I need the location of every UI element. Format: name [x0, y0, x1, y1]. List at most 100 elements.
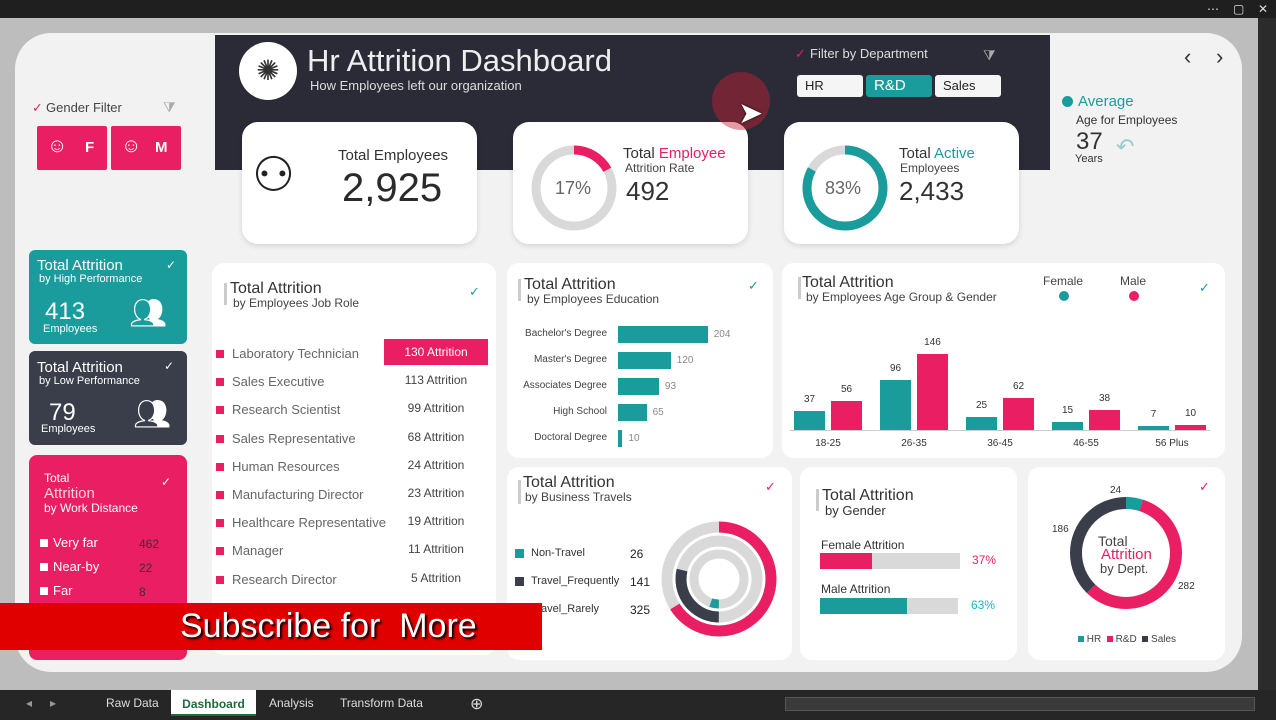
kpi-label: Total Employee	[623, 145, 726, 162]
male-face-icon: ☺	[121, 135, 142, 157]
female-bar-track	[820, 553, 960, 569]
age-bar-male	[1003, 397, 1034, 430]
role-item[interactable]: Research Director	[216, 572, 337, 587]
age-data-label: 146	[924, 337, 941, 349]
role-item[interactable]: Laboratory Technician	[216, 346, 359, 361]
distance-value: 22	[139, 561, 153, 575]
role-attrition-value: 23 Attrition	[407, 486, 465, 500]
business-travel-panel: Total Attrition by Business Travels ✓ No…	[507, 467, 792, 660]
male-bar-fill	[820, 598, 907, 614]
add-sheet-icon[interactable]: ⊕	[470, 694, 483, 714]
business-travel-rings	[661, 521, 777, 637]
age-data-label: 25	[975, 400, 988, 411]
age-bar-female	[1052, 422, 1083, 430]
age-gender-panel: Total Attrition by Employees Age Group &…	[782, 263, 1225, 458]
age-bar-female	[1138, 426, 1169, 430]
job-role-panel: Total Attrition by Employees Job Role ✓ …	[212, 263, 496, 655]
age-data-label: 38	[1098, 393, 1111, 405]
edu-bar	[618, 352, 671, 369]
age-tick-label: 46-55	[1073, 438, 1099, 449]
close-icon[interactable]: ✕	[1258, 2, 1268, 16]
tab-raw-data[interactable]: Raw Data	[106, 696, 159, 710]
edu-tick-label: Bachelor's Degree	[525, 328, 607, 339]
tab-scroll-right-icon[interactable]: ▸	[50, 696, 56, 710]
distance-label: Near-by	[53, 559, 100, 574]
tab-analysis[interactable]: Analysis	[269, 696, 314, 710]
dept-button-hr[interactable]: HR	[797, 75, 863, 97]
tab-transform-data[interactable]: Transform Data	[340, 696, 423, 710]
gender-button-female[interactable]: ☺ F	[37, 126, 107, 170]
kpi-value: 2,925	[342, 166, 443, 210]
x-axis-line	[790, 430, 1210, 431]
edu-data-label: 120	[676, 355, 694, 366]
kpi-sublabel: Employees	[900, 161, 960, 175]
horizontal-scrollbar[interactable]	[785, 697, 1255, 711]
dept-button-sales[interactable]: Sales	[935, 75, 1001, 97]
gender-filter-label: Gender Filter	[46, 100, 122, 115]
page-title: Hr Attrition Dashboard	[307, 43, 612, 78]
role-attrition-value: 68 Attrition	[407, 429, 465, 444]
window-titlebar: ⋯ ▢ ✕	[0, 0, 1276, 18]
role-item[interactable]: Sales Executive	[216, 374, 325, 389]
subscribe-banner[interactable]: Subscribe for More	[0, 603, 542, 650]
legend-female: Female	[1043, 274, 1084, 288]
edu-bar	[618, 404, 647, 421]
next-arrow[interactable]: ›	[1216, 44, 1223, 70]
role-attrition-value: 5 Attrition	[410, 570, 462, 585]
low-performance-card[interactable]: Total Attrition by Low Performance ✓ 79 …	[29, 351, 187, 445]
dept-button-rd[interactable]: R&D	[866, 75, 932, 97]
age-data-label: 15	[1061, 405, 1074, 417]
edu-data-label: 10	[628, 433, 640, 444]
tab-scroll-left-icon[interactable]: ◂	[26, 696, 32, 710]
clear-filter-icon[interactable]: ⧩	[163, 99, 176, 116]
dept-legend: HR R&D Sales	[1078, 634, 1176, 645]
role-item[interactable]: Human Resources	[216, 459, 340, 474]
edu-tick-label: High School	[553, 406, 607, 417]
age-data-label: 96	[889, 363, 902, 375]
age-bar-male	[831, 400, 862, 430]
edu-tick-label: Associates Degree	[523, 380, 607, 391]
ellipsis-icon[interactable]: ⋯	[1207, 2, 1219, 16]
check-icon: ✓	[166, 258, 177, 272]
average-age-unit: Years	[1075, 153, 1103, 165]
role-item[interactable]: Sales Representative	[216, 431, 356, 446]
age-bar-male	[1089, 410, 1120, 430]
panel-subtitle: by Employees Job Role	[233, 296, 360, 310]
age-bar-male	[1175, 424, 1206, 430]
high-performance-card[interactable]: Total Attrition by High Performance ✓ 41…	[29, 250, 187, 344]
edu-tick-label: Master's Degree	[533, 354, 607, 365]
group-icon: 👥︎	[129, 297, 168, 330]
role-item[interactable]: Manager	[216, 543, 283, 558]
people-network-icon: ⚇	[252, 149, 296, 202]
age-tick-label: 56 Plus	[1155, 438, 1189, 449]
travel-label: Non-Travel	[531, 547, 585, 559]
distance-value: 8	[139, 585, 146, 599]
check-icon: ✓	[765, 479, 776, 494]
role-item[interactable]: Manufacturing Director	[216, 487, 364, 502]
travel-value: 325	[630, 603, 651, 617]
role-item[interactable]: Research Scientist	[216, 402, 340, 417]
kpi-label: Total Active	[899, 145, 975, 162]
group-icon: 👥︎	[133, 398, 172, 431]
dept-filter-label: Filter by Department	[810, 46, 928, 61]
distance-value: 462	[139, 537, 160, 551]
kpi-sublabel: Attrition Rate	[625, 161, 695, 175]
gender-button-male[interactable]: ☺ M	[111, 126, 181, 170]
check-icon: ✓	[161, 475, 172, 489]
age-bar-female	[966, 417, 997, 430]
clear-filter-icon[interactable]: ⧩	[983, 47, 996, 64]
role-attrition-value: 19 Attrition	[407, 514, 465, 529]
prev-arrow[interactable]: ‹	[1184, 44, 1191, 70]
role-attrition-value: 24 Attrition	[407, 457, 465, 472]
sheet-tab-bar: ◂ ▸ Raw Data Dashboard Analysis Transfor…	[0, 690, 1276, 720]
distance-bullet	[40, 539, 48, 547]
average-label: Age for Employees	[1076, 113, 1178, 127]
female-bar-fill	[820, 553, 872, 569]
distance-bullet	[40, 563, 48, 571]
kpi-label: Total Employees	[338, 147, 449, 164]
role-item[interactable]: Healthcare Representative	[216, 515, 386, 530]
label-hr: 24	[1110, 485, 1122, 496]
restore-icon[interactable]: ▢	[1233, 2, 1244, 16]
tab-dashboard[interactable]: Dashboard	[171, 690, 256, 716]
vertical-scrollbar[interactable]	[1258, 18, 1276, 690]
